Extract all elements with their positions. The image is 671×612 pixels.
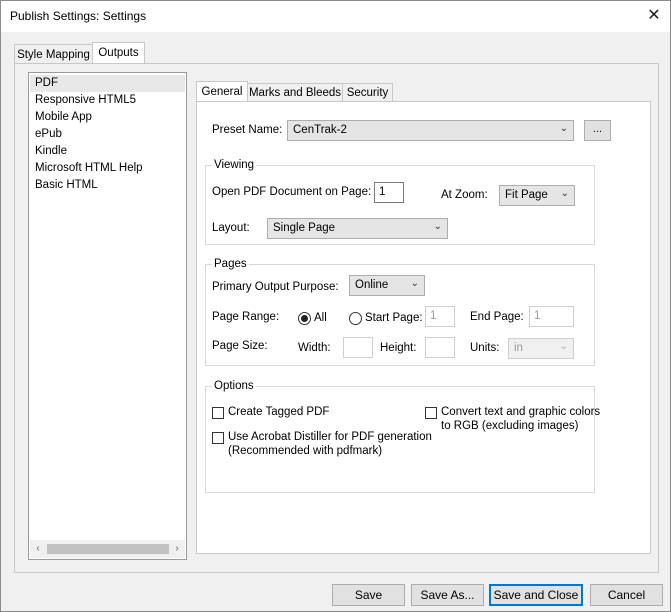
- width-label: Width:: [298, 342, 331, 354]
- list-item-responsive-html5[interactable]: Responsive HTML5: [35, 92, 136, 109]
- preset-browse-button[interactable]: ...: [584, 120, 611, 141]
- list-item-basic-html[interactable]: Basic HTML: [35, 177, 98, 194]
- page-range-label: Page Range:: [212, 311, 280, 323]
- range-all-radio[interactable]: [298, 312, 311, 325]
- chevron-down-icon: ⌄: [433, 221, 442, 232]
- purpose-dropdown[interactable]: Online ⌄: [349, 275, 425, 296]
- convert-rgb-label-line1: Convert text and graphic colors: [441, 406, 601, 418]
- convert-rgb-label-line2: to RGB (excluding images): [441, 420, 579, 432]
- save-as-button[interactable]: Save As...: [411, 584, 484, 606]
- preset-name-dropdown[interactable]: CenTrak-2 ⌄: [287, 120, 574, 141]
- distiller-label-line1: Use Acrobat Distiller for PDF generation: [228, 431, 432, 443]
- open-page-input[interactable]: 1: [374, 182, 404, 203]
- zoom-label: At Zoom:: [441, 189, 488, 201]
- scroll-right-icon[interactable]: ›: [170, 542, 184, 556]
- title-bar: Publish Settings: Settings ✕: [1, 1, 670, 32]
- viewing-group-title: Viewing: [212, 159, 257, 171]
- tagged-pdf-label: Create Tagged PDF: [228, 406, 330, 418]
- tab-style-mapping[interactable]: Style Mapping: [14, 44, 93, 64]
- scrollbar-thumb[interactable]: [47, 544, 169, 554]
- list-item-mobile-app[interactable]: Mobile App: [35, 109, 92, 126]
- page-size-label: Page Size:: [212, 340, 268, 352]
- list-item-epub[interactable]: ePub: [35, 126, 62, 143]
- preset-name-label: Preset Name:: [212, 124, 283, 136]
- tab-outputs[interactable]: Outputs: [92, 42, 145, 65]
- list-item-kindle[interactable]: Kindle: [35, 143, 67, 160]
- layout-dropdown[interactable]: Single Page ⌄: [267, 218, 448, 239]
- distiller-label-line2: (Recommended with pdfmark): [228, 445, 383, 457]
- distiller-checkbox[interactable]: [212, 432, 224, 444]
- publish-settings-dialog: Publish Settings: Settings ✕ Style Mappi…: [0, 0, 671, 612]
- scroll-left-icon[interactable]: ‹: [31, 542, 45, 556]
- layout-label: Layout:: [212, 222, 250, 234]
- units-label: Units:: [470, 342, 500, 354]
- list-item-microsoft-html-help[interactable]: Microsoft HTML Help: [35, 160, 143, 177]
- output-type-list[interactable]: PDF Responsive HTML5 Mobile App ePub Kin…: [28, 72, 187, 560]
- radio-selected-dot: [301, 315, 308, 322]
- list-item-pdf[interactable]: PDF: [35, 75, 58, 92]
- horizontal-scrollbar[interactable]: ‹ ›: [30, 540, 185, 558]
- tab-security[interactable]: Security: [342, 83, 393, 102]
- chevron-down-icon: ⌄: [559, 341, 568, 352]
- tagged-pdf-checkbox[interactable]: [212, 407, 224, 419]
- zoom-dropdown[interactable]: Fit Page ⌄: [499, 185, 575, 206]
- units-dropdown[interactable]: in ⌄: [508, 338, 574, 359]
- save-and-close-button[interactable]: Save and Close: [489, 584, 583, 606]
- chevron-down-icon: ⌄: [410, 278, 419, 289]
- cancel-button[interactable]: Cancel: [590, 584, 663, 606]
- purpose-label: Primary Output Purpose:: [212, 281, 339, 293]
- range-start-label: Start Page:: [365, 312, 423, 324]
- start-page-input[interactable]: 1: [425, 306, 455, 327]
- open-page-label: Open PDF Document on Page:: [212, 186, 372, 198]
- options-group-title: Options: [212, 380, 256, 392]
- tab-general[interactable]: General: [196, 81, 248, 102]
- close-icon[interactable]: ✕: [641, 4, 667, 28]
- tab-marks-and-bleeds[interactable]: Marks and Bleeds: [247, 83, 343, 102]
- range-start-radio[interactable]: [349, 312, 362, 325]
- chevron-down-icon: ⌄: [560, 188, 569, 199]
- width-input[interactable]: [343, 337, 373, 358]
- height-label: Height:: [380, 342, 417, 354]
- pages-group-title: Pages: [212, 258, 249, 270]
- height-input[interactable]: [425, 337, 455, 358]
- range-all-label: All: [314, 312, 327, 324]
- save-button[interactable]: Save: [332, 584, 405, 606]
- chevron-down-icon: ⌄: [559, 123, 568, 134]
- end-page-label: End Page:: [470, 311, 524, 323]
- end-page-input[interactable]: 1: [529, 306, 574, 327]
- window-title: Publish Settings: Settings: [10, 9, 147, 23]
- convert-rgb-checkbox[interactable]: [425, 407, 437, 419]
